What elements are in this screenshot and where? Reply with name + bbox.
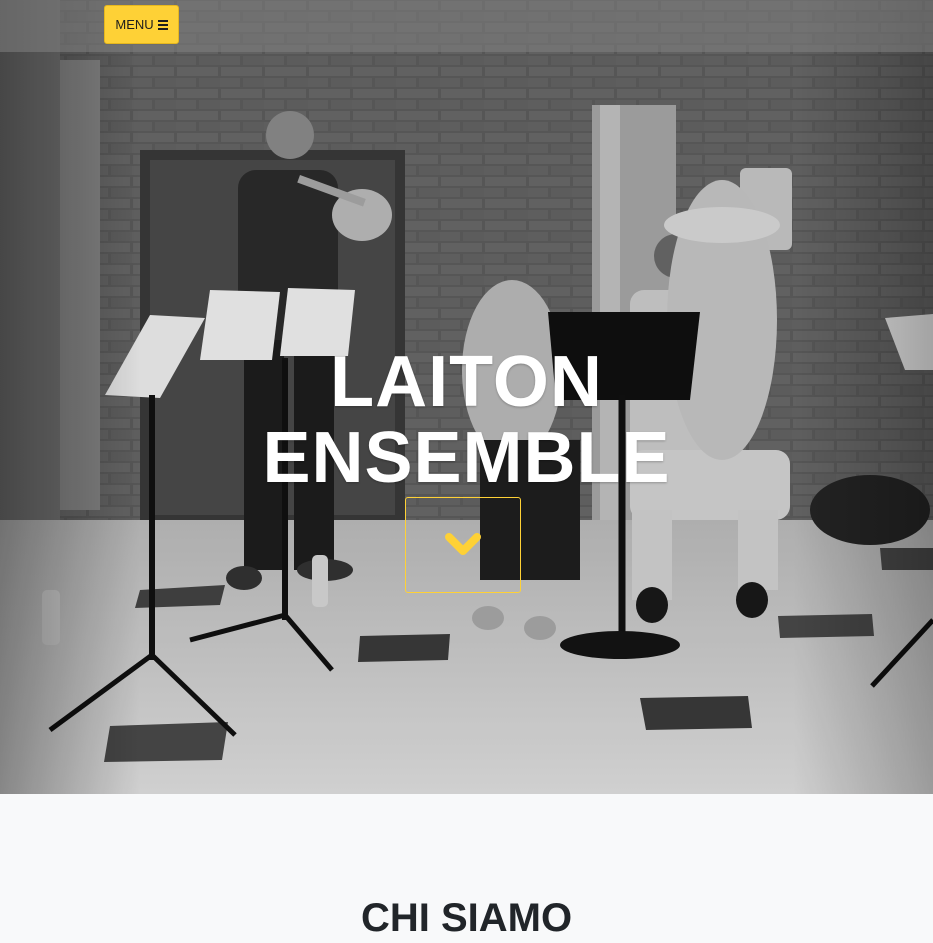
page: MENU LAITON ENSEMBLE CHI SIAMO	[0, 0, 933, 943]
section-heading: CHI SIAMO	[360, 896, 573, 940]
bars-icon	[157, 20, 168, 30]
scroll-down-button[interactable]	[405, 497, 521, 593]
top-navbar: MENU	[0, 0, 933, 52]
menu-button[interactable]: MENU	[104, 5, 179, 44]
hero-title-line-2: ENSEMBLE	[262, 418, 671, 499]
menu-label: MENU	[115, 17, 154, 32]
about-section: CHI SIAMO	[0, 794, 933, 943]
hero-section: MENU LAITON ENSEMBLE	[0, 0, 933, 794]
chevron-down-icon	[445, 533, 481, 555]
hero-title: LAITON ENSEMBLE	[0, 344, 933, 496]
hero-title-line-1: LAITON	[330, 342, 603, 423]
